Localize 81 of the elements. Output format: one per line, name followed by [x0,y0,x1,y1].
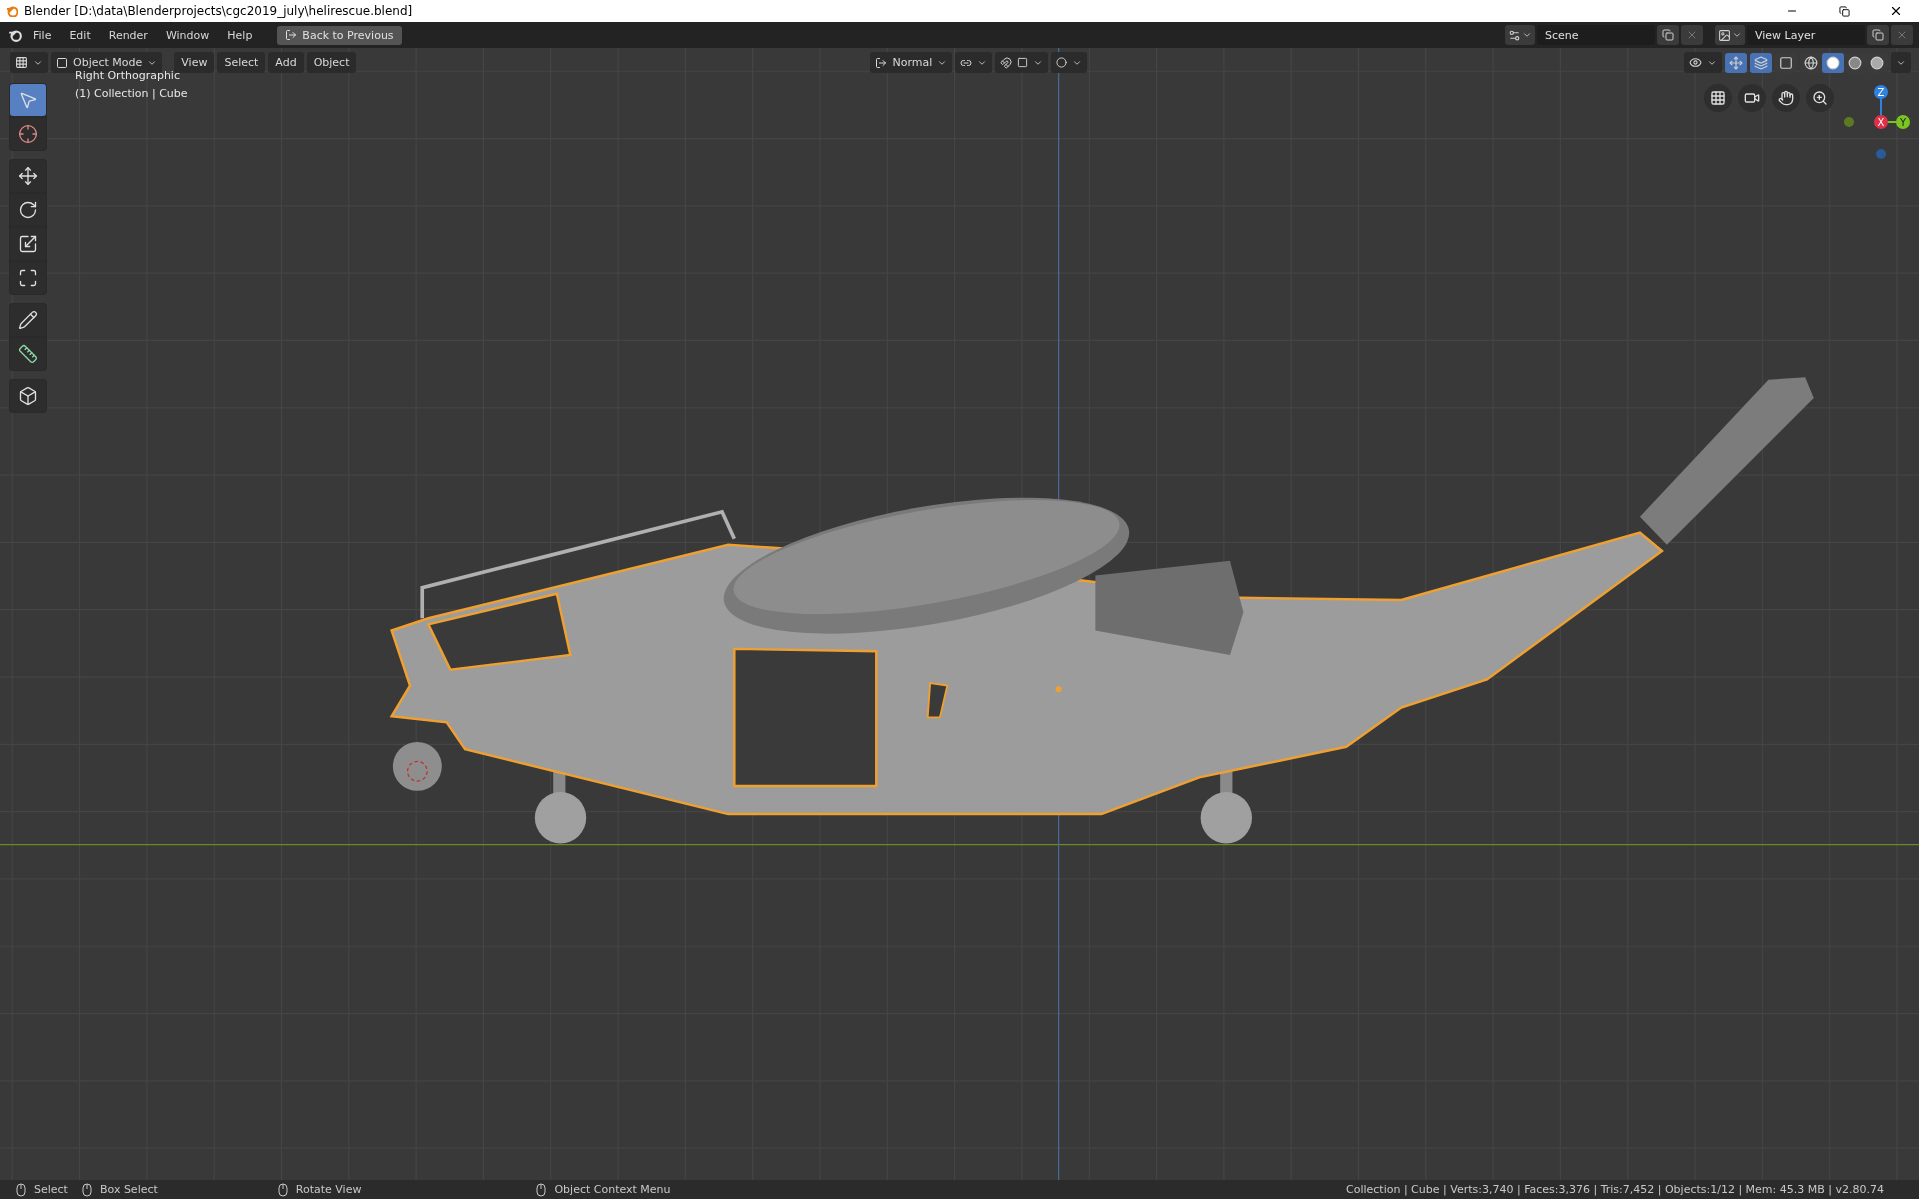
crosshair-icon [18,124,38,144]
xray-square-icon [1779,55,1793,70]
back-to-previous-button[interactable]: Back to Previous [277,25,402,45]
close-button[interactable] [1891,25,1913,45]
header-menu[interactable]: Select [217,52,266,73]
hand-button[interactable] [1772,84,1800,112]
pivot-dropdown[interactable] [955,52,993,73]
ruler-icon [18,344,38,364]
wireframe-sphere-icon [1804,55,1818,70]
hand-icon [1778,90,1794,106]
menu-item[interactable]: Render [101,25,155,45]
grid-button[interactable] [1704,84,1732,112]
camera-icon [1744,90,1760,106]
copy-button[interactable] [1867,25,1889,45]
axis-gizmo[interactable]: Z X Y [1841,82,1911,162]
header-toggle[interactable] [1750,52,1772,73]
close-icon [1686,29,1698,41]
eye-icon [1689,56,1702,69]
mouse-icon [277,1182,288,1197]
header-menu[interactable]: Add [268,52,304,73]
pencil-icon [18,310,38,330]
caret-icon [1732,30,1742,40]
viewport-info-text: (1) Collection | Cube [75,87,188,100]
window-title: Blender [D:\data\Blenderprojects\cgc2019_july\helirescue.blend] [24,4,414,18]
camera-button[interactable] [1738,84,1766,112]
header-menu[interactable]: View [174,52,215,73]
zoom-icon [1812,90,1828,106]
status-hint: Rotate View [295,1183,362,1196]
view-layer-selector-button[interactable] [1715,25,1745,45]
move-arrows-icon [18,166,38,186]
close-icon [1889,4,1903,18]
transform-icon [18,268,38,288]
view-layer-field[interactable]: View Layer [1747,25,1865,45]
snap-dropdown[interactable] [995,52,1049,73]
circle-icon [1056,57,1068,68]
cube-icon [18,386,38,406]
close-button[interactable] [1681,25,1703,45]
visibility-dropdown[interactable] [1684,52,1722,73]
scale-icon [18,234,38,254]
orientation-dropdown[interactable]: Normal [870,52,953,73]
solid-sphere-icon [1826,55,1840,70]
status-hint: Select [34,1183,68,1196]
header-menu[interactable]: Object [306,52,357,73]
exit-icon [285,29,298,41]
select-arrow-icon [18,90,38,110]
copy-icon [1662,29,1674,41]
image-icon [1718,28,1731,42]
gizmo-arrows-icon [1729,55,1743,70]
status-hint: Box Select [99,1183,158,1196]
blender-logo-icon[interactable] [8,28,22,42]
square-icon [1017,57,1029,68]
status-hint: Object Context Menu [554,1183,671,1196]
close-icon [1896,29,1908,41]
editor-type-button[interactable] [10,52,48,73]
mouse-icon [536,1182,547,1197]
copy-icon [1872,29,1884,41]
menu-item[interactable]: File [26,25,59,45]
shading-button[interactable] [1822,52,1844,73]
zoom-button[interactable] [1806,84,1834,112]
menu-item[interactable]: Edit [62,25,98,45]
scene-selector-button[interactable] [1505,25,1535,45]
header-toggle[interactable] [1725,52,1747,73]
material-sphere-icon [1848,55,1862,70]
square-icon [56,56,68,69]
restore-icon [1838,5,1850,17]
scene-statistics: Collection | Cube | Verts:3,740 | Faces:3,376 | Tris:7,452 | Objects:1/12 | Mem: 45.3 MB | v2.80.74 [1346,1183,1884,1196]
copy-button[interactable] [1657,25,1679,45]
rotate-icon [18,200,38,220]
proportional-dropdown[interactable] [1051,52,1088,73]
grid-icon [15,56,28,69]
magnet-icon [1000,56,1013,69]
menu-item[interactable]: Window [158,25,217,45]
mouse-icon [16,1182,26,1197]
blender-logo-icon [6,5,18,17]
scene-field[interactable]: Scene [1537,25,1655,45]
grid-icon [1710,90,1726,106]
rendered-sphere-icon [1870,55,1884,70]
caret-icon [1522,30,1532,40]
overlay-layers-icon [1754,55,1768,70]
mouse-icon [81,1182,92,1197]
menu-item[interactable]: Help [220,25,260,45]
